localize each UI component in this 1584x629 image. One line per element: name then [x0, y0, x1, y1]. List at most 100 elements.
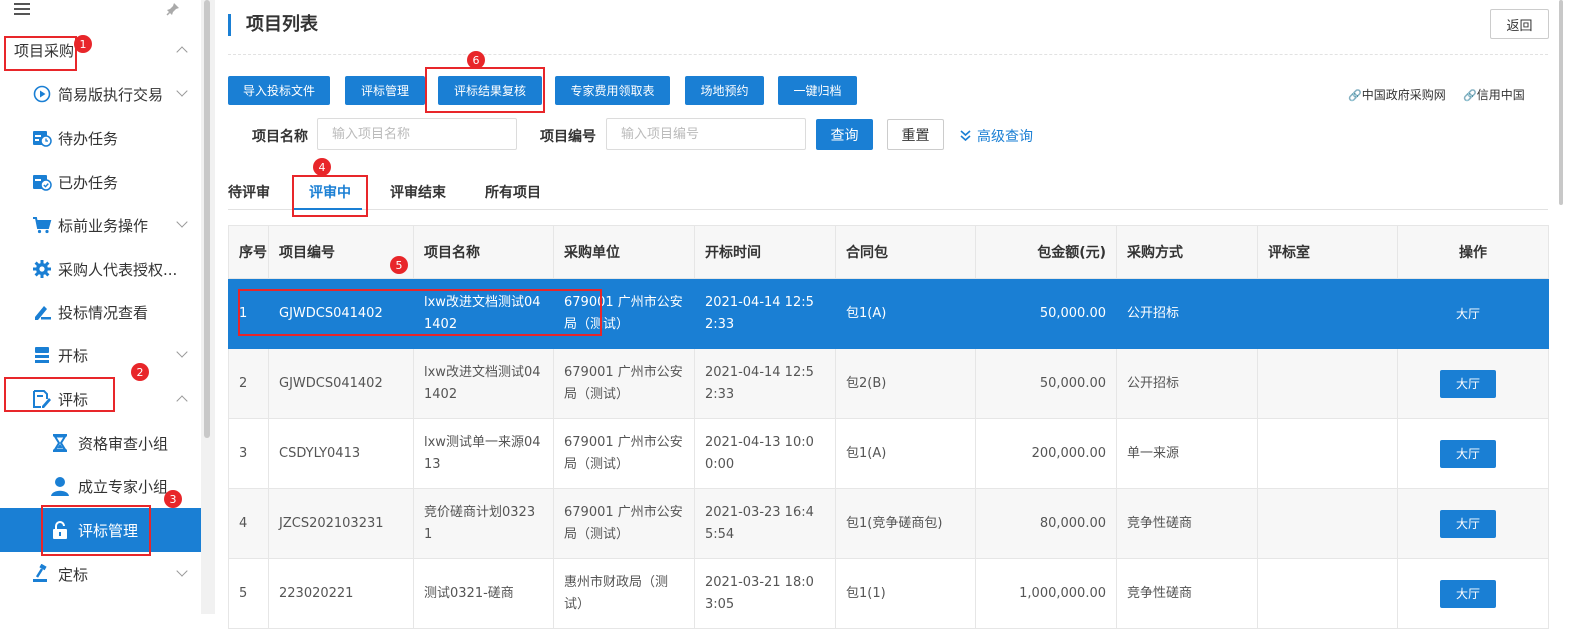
table-cell: 50,000.00: [975, 278, 1117, 349]
table-cell: 200,000.00: [975, 418, 1117, 489]
table-cell: 679001 广州市公安局（测试）: [553, 348, 695, 419]
calendar-clock-icon: [32, 128, 52, 148]
table-cell: 679001 广州市公安局（测试）: [553, 418, 695, 489]
column-header: 包金额(元): [975, 225, 1117, 279]
cart-icon: [32, 215, 52, 235]
table-cell: 大厅: [1397, 348, 1549, 419]
sidebar-item-evaluation[interactable]: 评标: [0, 377, 201, 421]
table-cell: [1257, 558, 1398, 629]
column-header: 合同包: [835, 225, 976, 279]
table-row[interactable]: 1 GJWDCS041402 lxw改进文档测试041402 679001 广州…: [228, 278, 1549, 349]
link-ccgp[interactable]: 🔗中国政府采购网: [1348, 86, 1446, 103]
user-icon: [50, 476, 70, 496]
column-header: 采购方式: [1116, 225, 1258, 279]
table-cell: GJWDCS041402: [268, 278, 414, 349]
sidebar-section-label: 项目采购: [14, 41, 75, 60]
sidebar-item-done[interactable]: 已办任务: [0, 160, 201, 204]
tab-pending-review[interactable]: 待评审: [228, 182, 270, 202]
table-row[interactable]: 2 GJWDCS041402 lxw改进文档测试041402 679001 广州…: [228, 348, 1549, 419]
sidebar-section-procurement[interactable]: 项目采购: [0, 28, 201, 72]
table-cell: 包1(竞争磋商包): [835, 488, 976, 559]
table-cell: 单一来源: [1116, 418, 1258, 489]
project-name-input[interactable]: [317, 118, 517, 150]
project-code-input[interactable]: [606, 118, 806, 150]
sidebar-item-purchaser-auth[interactable]: 采购人代表授权...: [0, 247, 201, 291]
hamburger-icon[interactable]: [14, 3, 30, 16]
project-code-label: 项目编号: [540, 129, 596, 145]
sidebar-item-pre-bid[interactable]: 标前业务操作: [0, 203, 201, 247]
table-cell: 大厅: [1397, 488, 1549, 559]
table-cell: 679001 广州市公安局（测试）: [553, 488, 695, 559]
table-cell: CSDYLY0413: [268, 418, 414, 489]
column-header: 评标室: [1257, 225, 1398, 279]
table-cell: [1257, 418, 1398, 489]
main-content: 项目列表 返回 导入投标文件 评标管理 评标结果复核 专家费用领取表 场地预约 …: [215, 0, 1557, 629]
column-header: 序号: [228, 225, 269, 279]
chevron-down-icon: [176, 565, 188, 577]
edit-doc-icon: [32, 389, 52, 409]
table-cell: 4: [228, 488, 269, 559]
venue-booking-button[interactable]: 场地预约: [685, 76, 764, 105]
reset-button[interactable]: 重置: [887, 119, 944, 150]
sidebar-item-todo[interactable]: 待办任务: [0, 116, 201, 160]
table-cell: 2021-03-21 18:03:05: [694, 558, 836, 629]
tab-review-finished[interactable]: 评审结束: [390, 182, 446, 202]
table-cell: 包2(B): [835, 348, 976, 419]
table-cell: lxw测试单一来源0413: [413, 418, 554, 489]
sidebar-item-award[interactable]: 定标: [0, 552, 201, 596]
query-button[interactable]: 查询: [816, 119, 873, 150]
sidebar-item-qualification-group[interactable]: 资格审查小组: [0, 421, 201, 465]
table-cell: lxw改进文档测试041402: [413, 278, 554, 349]
hall-button[interactable]: 大厅: [1440, 300, 1496, 328]
table-row[interactable]: 4 JZCS202103231 竞价磋商计划03231 679001 广州市公安…: [228, 488, 1549, 559]
sidebar-item-simple-trade[interactable]: 简易版执行交易: [0, 72, 201, 116]
sidebar: 项目采购 简易版执行交易 待办任务 已办任务 标前业务操作 采购人代表授权...: [0, 0, 201, 614]
link-credit-china[interactable]: 🔗信用中国: [1463, 86, 1525, 103]
table-cell: 3: [228, 418, 269, 489]
sidebar-item-evaluation-management[interactable]: 评标管理: [0, 508, 201, 552]
main-scrollbar[interactable]: [1557, 0, 1566, 614]
tab-in-review[interactable]: 评审中: [309, 182, 351, 202]
pin-icon[interactable]: [166, 2, 180, 20]
table-cell: JZCS202103231: [268, 488, 414, 559]
one-click-archive-button[interactable]: 一键归档: [778, 76, 857, 105]
table-cell: [1257, 278, 1398, 349]
column-header: 操作: [1397, 225, 1549, 279]
table-cell: 包1(A): [835, 278, 976, 349]
sidebar-item-bid-status[interactable]: 投标情况查看: [0, 290, 201, 334]
lock-icon: [50, 520, 70, 540]
advanced-query-link[interactable]: 高级查询: [960, 126, 1033, 146]
table-cell: 公开招标: [1116, 348, 1258, 419]
calendar-check-icon: [32, 172, 52, 192]
evaluation-result-review-button[interactable]: 评标结果复核: [438, 76, 542, 105]
table-row[interactable]: 5 223020221 测试0321-磋商 惠州市财政局（测试） 2021-03…: [228, 558, 1549, 629]
evaluation-management-button[interactable]: 评标管理: [345, 76, 425, 105]
play-circle-icon: [32, 84, 52, 104]
sidebar-scrollbar[interactable]: [201, 0, 215, 614]
table-cell: 公开招标: [1116, 278, 1258, 349]
chevron-down-icon: [176, 85, 188, 97]
table-cell: 大厅: [1397, 418, 1549, 489]
hall-button[interactable]: 大厅: [1440, 439, 1496, 468]
project-table: 序号 项目编号 项目名称 采购单位 开标时间 合同包 包金额(元) 采购方式 评…: [228, 225, 1549, 629]
sidebar-item-expert-group[interactable]: 成立专家小组: [0, 464, 201, 508]
chevron-up-icon: [176, 46, 188, 58]
tab-all-projects[interactable]: 所有项目: [485, 182, 541, 202]
hall-button[interactable]: 大厅: [1440, 579, 1496, 608]
import-bid-file-button[interactable]: 导入投标文件: [228, 76, 330, 105]
double-chevron-down-icon: [960, 129, 971, 145]
active-tab-indicator: [294, 208, 362, 210]
back-button[interactable]: 返回: [1490, 9, 1549, 39]
table-cell: lxw改进文档测试041402: [413, 348, 554, 419]
gavel-icon: [32, 564, 52, 584]
hall-button[interactable]: 大厅: [1440, 369, 1496, 398]
sidebar-item-bid-opening[interactable]: 开标: [0, 333, 201, 377]
table-row[interactable]: 3 CSDYLY0413 lxw测试单一来源0413 679001 广州市公安局…: [228, 418, 1549, 489]
hall-button[interactable]: 大厅: [1440, 509, 1496, 538]
table-cell: 竞争性磋商: [1116, 488, 1258, 559]
chevron-down-icon: [176, 346, 188, 358]
table-cell: 50,000.00: [975, 348, 1117, 419]
table-cell: 大厅: [1397, 278, 1549, 349]
table-cell: [1257, 488, 1398, 559]
expert-fee-form-button[interactable]: 专家费用领取表: [555, 76, 670, 105]
